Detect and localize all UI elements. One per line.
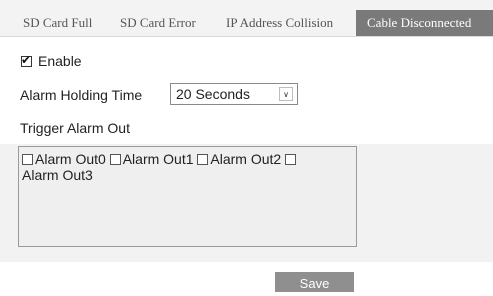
alarm-out2-option[interactable]: Alarm Out2 — [197, 151, 281, 167]
enable-label: Enable — [38, 53, 82, 69]
checkmark-icon: ✔ — [21, 52, 32, 67]
trigger-alarm-out-label: Trigger Alarm Out — [20, 120, 130, 136]
alarm-holding-time-label: Alarm Holding Time — [20, 87, 143, 103]
alarm-out1-label: Alarm Out1 — [122, 151, 194, 167]
alarm-out2-checkbox[interactable] — [197, 154, 209, 165]
alarm-out1-checkbox[interactable] — [109, 154, 121, 165]
save-button[interactable]: Save — [275, 272, 354, 292]
enable-checkbox[interactable]: ✔ — [21, 52, 32, 67]
alarm-out1-option[interactable]: Alarm Out1 — [109, 151, 194, 167]
chevron-down-icon[interactable]: ∨ — [279, 87, 293, 101]
alarm-out3-checkbox[interactable] — [285, 154, 297, 165]
alarm-holding-time-select[interactable]: 20 Seconds ∨ — [170, 83, 298, 105]
alarm-out0-option[interactable]: Alarm Out0 — [22, 151, 106, 167]
tab-ip-address-collision[interactable]: IP Address Collision — [226, 10, 333, 36]
tab-cable-disconnected[interactable]: Cable Disconnected — [356, 10, 493, 36]
alarm-out0-checkbox[interactable] — [22, 154, 33, 165]
trigger-panel: Alarm Out0 Alarm Out1 Alarm Out2 Alarm O… — [0, 144, 493, 262]
tab-sd-card-error[interactable]: SD Card Error — [120, 10, 196, 36]
alarm-out3-label: Alarm Out3 — [22, 167, 93, 183]
tab-bar: SD Card Full SD Card Error IP Address Co… — [0, 0, 493, 37]
alarm-out0-label: Alarm Out0 — [35, 151, 106, 167]
alarm-holding-time-value: 20 Seconds — [176, 86, 250, 102]
alarm-out-list: Alarm Out0 Alarm Out1 Alarm Out2 Alarm O… — [18, 146, 357, 247]
enable-row: ✔ Enable — [21, 52, 82, 70]
alarm-out2-label: Alarm Out2 — [210, 151, 282, 167]
tab-sd-card-full[interactable]: SD Card Full — [23, 10, 92, 36]
alarm-holding-row: Alarm Holding Time 20 Seconds ∨ — [20, 83, 298, 107]
